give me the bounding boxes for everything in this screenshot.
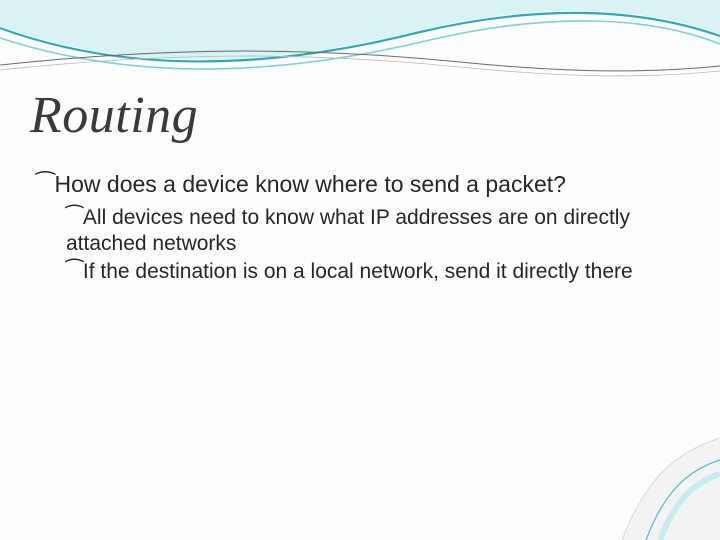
slide: Routing ⁀How does a device know where to… [0, 0, 720, 540]
wave-decoration [0, 0, 720, 90]
slide-body: ⁀How does a device know where to send a … [36, 170, 680, 288]
slide-title: Routing [30, 86, 198, 145]
tie-bullet-icon: ⁀ [66, 259, 83, 285]
tie-bullet-icon: ⁀ [36, 170, 55, 199]
page-curl-decoration [580, 430, 720, 540]
bullet-level2: ⁀If the destination is on a local networ… [66, 259, 680, 285]
bullet-level1: ⁀How does a device know where to send a … [36, 170, 680, 199]
tie-bullet-icon: ⁀ [66, 205, 83, 231]
bullet-text: How does a device know where to send a p… [55, 171, 566, 197]
bullet-text: All devices need to know what IP address… [66, 206, 630, 255]
bullet-text: If the destination is on a local network… [83, 260, 633, 283]
bullet-level2: ⁀All devices need to know what IP addres… [66, 205, 680, 258]
